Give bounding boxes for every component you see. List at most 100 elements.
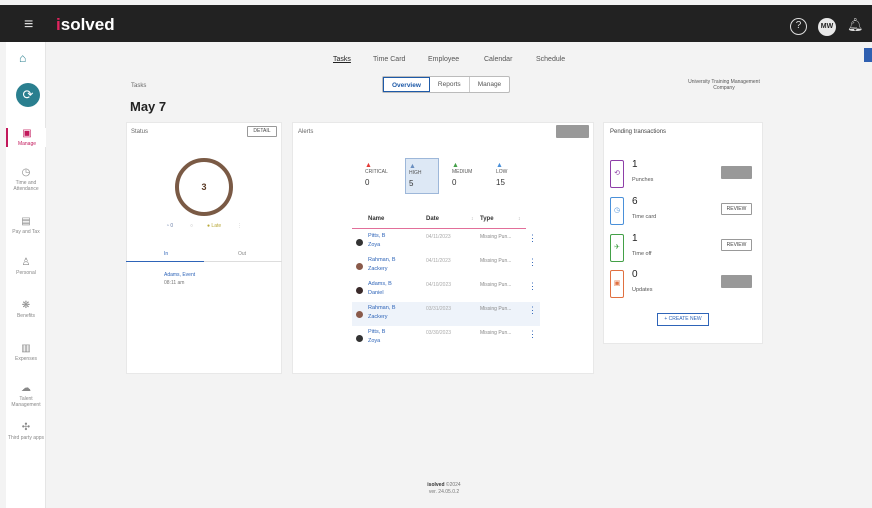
top-bar: ≡ isolved ? MW 🔔︎ [0, 0, 872, 42]
row-name[interactable]: Rahman, B Zackery [368, 304, 408, 322]
alerts-title: Alerts [298, 129, 314, 135]
help-icon[interactable]: ? [790, 18, 807, 35]
money-icon: ▤ [21, 216, 31, 227]
kebab-icon[interactable]: ⋮ [528, 234, 537, 243]
status-tab-underline [126, 261, 204, 262]
sort-icon[interactable]: ↕ [471, 216, 474, 222]
tab-employee[interactable]: Employee [428, 56, 459, 63]
sidebar-item-third-party[interactable]: ✣ Third party apps [6, 422, 46, 441]
tab-schedule[interactable]: Schedule [536, 56, 565, 63]
tier-medium[interactable]: ▲ MEDIUM 0 [449, 158, 483, 194]
clock-icon: ◷ [610, 197, 624, 225]
punches-action-button[interactable] [721, 166, 752, 179]
brand-logo: isolved [56, 15, 115, 34]
tab-tasks[interactable]: Tasks [333, 56, 351, 63]
tab-calendar[interactable]: Calendar [484, 56, 512, 63]
tier-high[interactable]: ▲ HIGH 5 [405, 158, 439, 194]
col-type[interactable]: Type [480, 216, 494, 222]
updates-action-button[interactable] [721, 275, 752, 288]
row-name[interactable]: Pitts, B Zoya [368, 232, 408, 250]
view-overview[interactable]: Overview [383, 77, 430, 92]
pending-title: Pending transactions [610, 129, 667, 135]
kebab-icon[interactable]: ⋮ [528, 330, 537, 339]
pending-time-off[interactable]: ✈ 1 Time off REVIEW [608, 232, 756, 266]
status-legend-sep: ○ [190, 223, 194, 229]
row-type: Missing Pun... [480, 330, 512, 336]
row-type: Missing Pun... [480, 234, 512, 240]
row-name[interactable]: Adams, B Daniel [368, 280, 408, 298]
plane-icon: ✈ [610, 234, 624, 262]
table-row[interactable]: Adams, B Daniel 04/10/2023 Missing Pun...… [352, 278, 540, 302]
sidebar-item-pay-tax[interactable]: ▤ Pay and Tax [6, 216, 46, 235]
row-date: 04/10/2023 [426, 282, 452, 288]
bell-icon[interactable]: 🔔︎ [847, 17, 864, 33]
menu-icon[interactable]: ≡ [24, 16, 33, 34]
cloud-icon: ☁ [21, 383, 31, 394]
row-date: 04/11/2023 [426, 234, 451, 240]
medium-icon: ▲ [452, 162, 459, 169]
pending-updates[interactable]: ▣ 0 Updates [608, 268, 756, 302]
col-name[interactable]: Name [368, 216, 384, 222]
view-manage[interactable]: Manage [470, 77, 510, 92]
tier-low[interactable]: ▲ LOW 15 [493, 158, 527, 194]
row-type: Missing Pun... [480, 306, 512, 312]
benefits-icon: ❋ [21, 300, 31, 311]
status-tab-out[interactable]: Out [238, 251, 246, 257]
refresh-button[interactable]: ⟳ [16, 83, 40, 107]
tier-critical[interactable]: ▲ CRITICAL 0 [362, 158, 396, 194]
punch-icon: ⟲ [610, 160, 624, 188]
user-avatar[interactable]: MW [818, 18, 836, 36]
sidebar-item-personal[interactable]: ♙ Personal [6, 257, 46, 276]
table-row[interactable]: Pitts, B Zoya 03/30/2023 Missing Pun... ⋮ [352, 326, 540, 350]
status-legend-more[interactable]: ⋮ [237, 223, 242, 229]
detail-button[interactable]: DETAIL [247, 126, 277, 137]
sidebar-item-benefits[interactable]: ❋ Benefits [6, 300, 46, 319]
row-date: 03/30/2023 [426, 330, 452, 336]
table-row[interactable]: Rahman, B Zackery 04/11/2023 Missing Pun.… [352, 254, 540, 278]
kebab-icon[interactable]: ⋮ [528, 282, 537, 291]
avatar [356, 239, 363, 246]
low-icon: ▲ [496, 162, 503, 169]
table-row[interactable]: Rahman, B Zackery 03/31/2023 Missing Pun.… [352, 302, 540, 326]
status-entry-name[interactable]: Adams, Event [164, 272, 195, 278]
create-new-button[interactable]: + CREATE NEW [657, 313, 709, 326]
briefcase-icon: ▣ [22, 128, 32, 139]
status-legend-a: ◔ 0 [166, 223, 174, 229]
row-name[interactable]: Pitts, B Zoya [368, 328, 408, 346]
view-reports[interactable]: Reports [430, 77, 470, 92]
company-name[interactable]: University Training Management Company [684, 79, 764, 91]
view-switcher: Overview Reports Manage [382, 76, 511, 93]
header-underline [352, 228, 526, 229]
review-time-card-button[interactable]: REVIEW [721, 203, 752, 215]
avatar [356, 311, 363, 318]
side-panel-tab[interactable] [864, 48, 872, 62]
footer: isolved ©2024 ver. 24.05.0.2 [414, 482, 474, 496]
sort-icon[interactable]: ↕ [518, 216, 521, 222]
sidebar-item-time-attendance[interactable]: ◷ Time and Attendance [6, 167, 46, 192]
breadcrumb[interactable]: Tasks [131, 83, 146, 89]
kebab-icon[interactable]: ⋮ [528, 258, 537, 267]
page-title: May 7 [130, 99, 167, 114]
sidebar-item-manage[interactable]: ▣ Manage [6, 128, 46, 147]
home-icon[interactable]: ⌂ [19, 51, 26, 65]
table-row[interactable]: Pitts, B Zoya 04/11/2023 Missing Pun... ⋮ [352, 230, 540, 254]
review-time-off-button[interactable]: REVIEW [721, 239, 752, 251]
status-ring[interactable]: 3 [175, 158, 233, 216]
pending-punches[interactable]: ⟲ 1 Punches [608, 158, 756, 192]
tab-time-card[interactable]: Time Card [373, 56, 405, 63]
sidebar-item-talent[interactable]: ☁ Talent Management [6, 383, 46, 408]
alerts-action-button[interactable] [556, 125, 589, 138]
sidebar: ⌂ ⟳ ▣ Manage ◷ Time and Attendance ▤ Pay an… [6, 42, 46, 508]
kebab-icon[interactable]: ⋮ [528, 306, 537, 315]
row-date: 04/11/2023 [426, 258, 451, 264]
puzzle-icon: ✣ [21, 422, 31, 433]
row-name[interactable]: Rahman, B Zackery [368, 256, 408, 274]
clock-icon: ◷ [21, 167, 31, 178]
status-tab-in[interactable]: In [164, 251, 168, 257]
pending-time-card[interactable]: ◷ 6 Time card REVIEW [608, 195, 756, 229]
status-legend-b: ● Late [207, 223, 222, 229]
status-entry-time: 08:11 am [164, 280, 185, 286]
footer-copyright: ©2024 [445, 482, 461, 488]
sidebar-item-expenses[interactable]: ▥ Expenses [6, 343, 46, 362]
col-date[interactable]: Date [426, 216, 439, 222]
